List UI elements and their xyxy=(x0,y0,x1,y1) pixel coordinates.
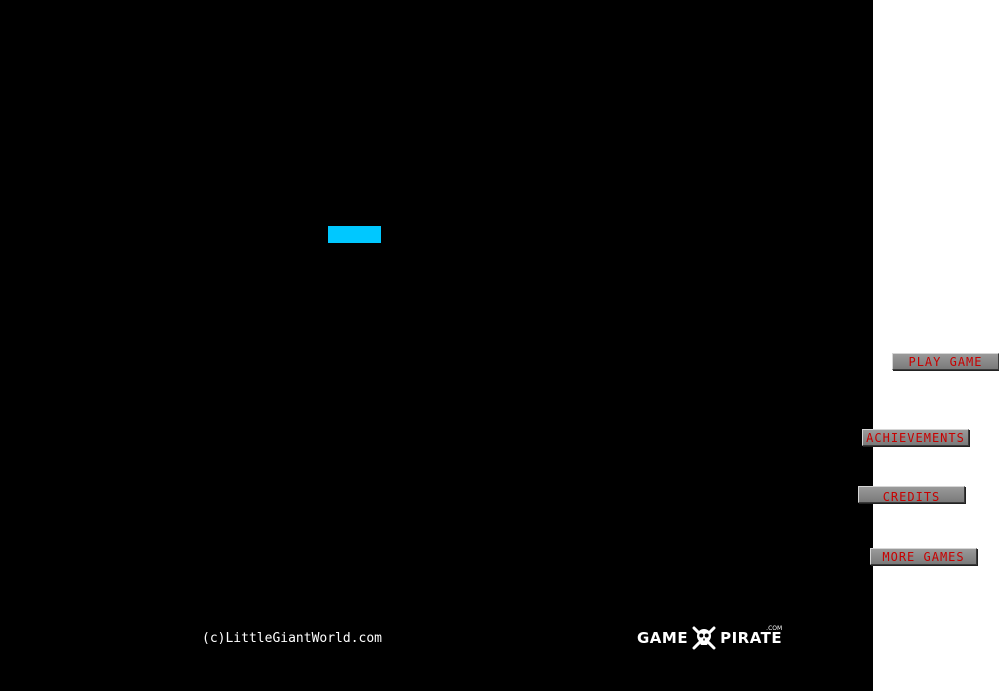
copyright-text: (c)LittleGiantWorld.com xyxy=(202,631,383,646)
play-game-button[interactable]: PLAY GAME xyxy=(892,353,999,370)
side-strip xyxy=(873,0,999,691)
more-games-button[interactable]: MORE GAMES xyxy=(870,548,977,565)
game-stage[interactable]: (c)LittleGiantWorld.com GAME PIRATE .COM xyxy=(0,0,873,691)
credits-button[interactable]: CREDITS xyxy=(858,486,965,503)
skull-crossbones-icon xyxy=(692,626,716,650)
logo-word-game: GAME xyxy=(637,629,689,647)
achievements-button[interactable]: ACHIEVEMENTS xyxy=(862,429,969,446)
cyan-block xyxy=(328,226,381,243)
logo-suffix: .COM xyxy=(766,625,783,632)
gamepirate-logo[interactable]: GAME PIRATE .COM xyxy=(637,624,782,652)
